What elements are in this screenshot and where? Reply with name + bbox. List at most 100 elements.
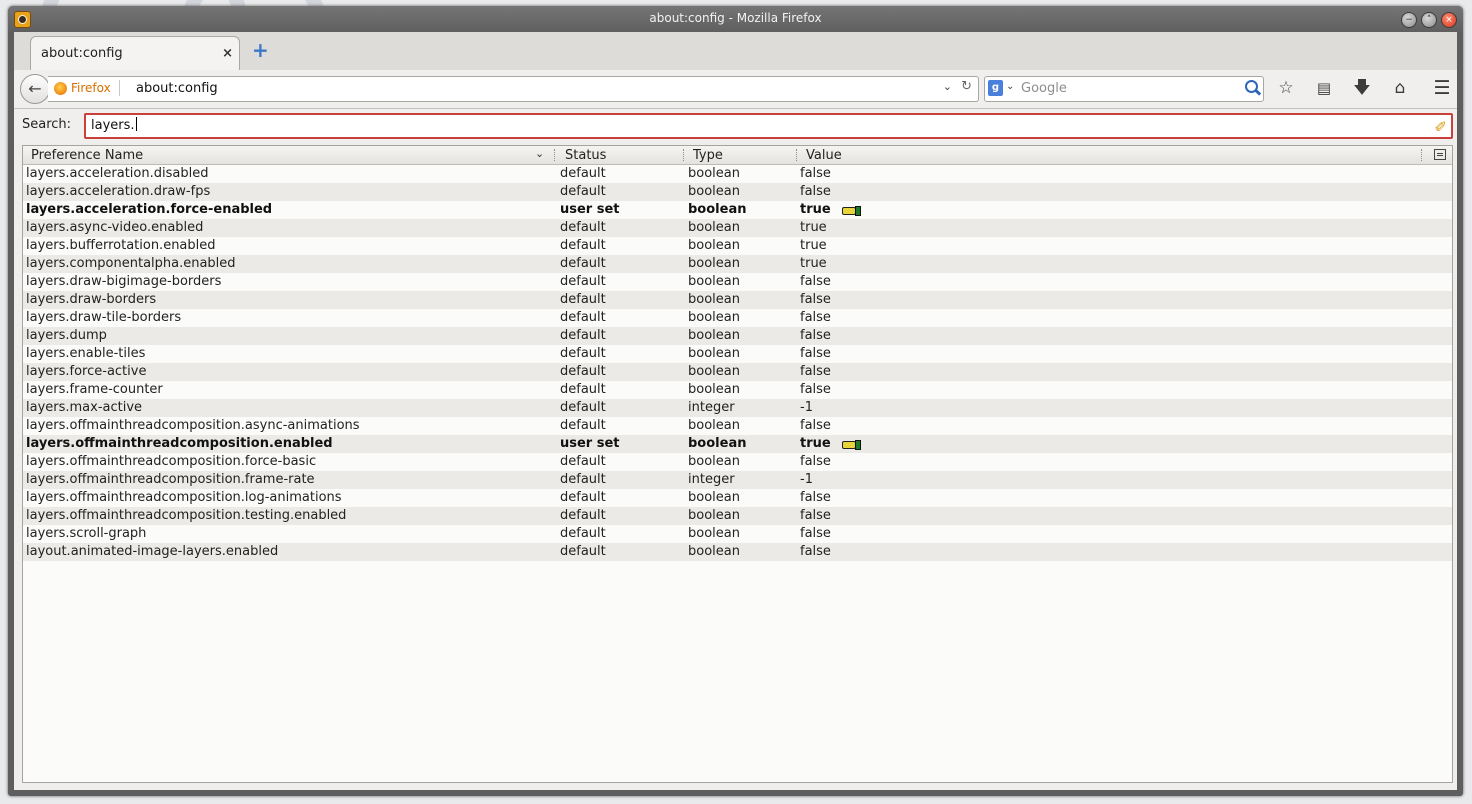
pref-status: default xyxy=(560,526,606,541)
pref-type: boolean xyxy=(688,274,740,289)
table-row[interactable]: layers.dump default boolean false xyxy=(23,327,1452,345)
pref-name: layers.max-active xyxy=(26,400,143,415)
table-row[interactable]: layers.draw-tile-borders default boolean fa… xyxy=(23,309,1452,327)
table-row[interactable]: layers.draw-borders default boolean false xyxy=(23,291,1452,309)
pref-type: boolean xyxy=(688,436,747,451)
table-row[interactable]: layers.draw-bigimage-borders default boole… xyxy=(23,273,1452,291)
column-value[interactable]: Value xyxy=(806,148,842,163)
pref-value: false xyxy=(800,526,831,541)
pref-value: true xyxy=(800,202,831,217)
pref-name: layers.draw-borders xyxy=(26,292,157,307)
title-bar[interactable]: about:config - Mozilla Firefox − ˄ × xyxy=(8,6,1463,32)
column-preference-name[interactable]: Preference Name xyxy=(31,148,143,163)
pref-name: layers.scroll-graph xyxy=(26,526,147,541)
table-row[interactable]: layers.offmainthreadcomposition.testing.… xyxy=(23,507,1452,525)
table-row[interactable]: layers.offmainthreadcomposition.log-anim… xyxy=(23,489,1452,507)
google-engine-icon[interactable]: g xyxy=(988,80,1003,96)
search-magnifier-icon[interactable] xyxy=(1243,79,1261,97)
pref-name: layers.componentalpha.enabled xyxy=(26,256,236,271)
column-status[interactable]: Status xyxy=(565,148,606,163)
home-icon[interactable]: ⌂ xyxy=(1387,76,1413,100)
table-row[interactable]: layers.force-active default boolean false xyxy=(23,363,1452,381)
identity-separator xyxy=(118,80,120,96)
preference-rows: layers.acceleration.disabled default boole… xyxy=(23,165,1452,561)
column-type[interactable]: Type xyxy=(693,148,723,163)
pref-name: layers.bufferrotation.enabled xyxy=(26,238,216,253)
search-placeholder[interactable]: Google xyxy=(1021,81,1067,96)
pref-type: boolean xyxy=(688,328,740,343)
column-splitter[interactable] xyxy=(796,149,799,161)
config-search-input[interactable]: layers. ✐ xyxy=(84,113,1453,139)
clipboard-icon[interactable]: ▤ xyxy=(1311,76,1337,100)
chevron-down-icon[interactable]: ⌄ xyxy=(943,80,952,93)
table-row[interactable]: layers.bufferrotation.enabled default bool… xyxy=(23,237,1452,255)
table-row[interactable]: layers.scroll-graph default boolean false xyxy=(23,525,1452,543)
column-splitter[interactable] xyxy=(683,149,686,161)
table-row[interactable]: layers.acceleration.force-enabled user se… xyxy=(23,201,1452,219)
pref-name: layers.async-video.enabled xyxy=(26,220,204,235)
pref-value: false xyxy=(800,508,831,523)
pref-type: boolean xyxy=(688,256,740,271)
pref-value: true xyxy=(800,220,827,235)
url-bar[interactable]: Firefox about:config ⌄ ↻ xyxy=(48,76,979,102)
back-arrow-icon[interactable]: ← xyxy=(20,74,50,104)
browser-window: about:config - Mozilla Firefox − ˄ × abo… xyxy=(8,6,1463,796)
pref-type: boolean xyxy=(688,490,740,505)
tab-about-config[interactable]: about:config × xyxy=(30,36,240,71)
table-row[interactable]: layers.max-active default integer -1 xyxy=(23,399,1452,417)
column-splitter[interactable] xyxy=(554,149,557,161)
reload-icon[interactable]: ↻ xyxy=(961,79,972,94)
engine-chevron-down-icon[interactable]: ⌄ xyxy=(1006,81,1014,92)
table-row[interactable]: layout.animated-image-layers.enabled defa… xyxy=(23,543,1452,561)
star-icon[interactable]: ☆ xyxy=(1273,76,1299,100)
preferences-tree[interactable]: Preference Name ⌄ Status Type Value laye… xyxy=(22,145,1453,783)
minimize-icon[interactable]: − xyxy=(1401,12,1417,28)
pref-name: layers.draw-bigimage-borders xyxy=(26,274,222,289)
pref-status: default xyxy=(560,238,606,253)
download-arrow-icon[interactable]: 🡇 xyxy=(1349,76,1375,100)
maximize-icon[interactable]: ˄ xyxy=(1421,12,1437,28)
table-row[interactable]: layers.frame-counter default boolean false xyxy=(23,381,1452,399)
sort-chevron-down-icon[interactable]: ⌄ xyxy=(535,147,544,160)
pref-name: layout.animated-image-layers.enabled xyxy=(26,544,279,559)
new-tab-plus-icon[interactable]: + xyxy=(252,40,272,61)
table-row[interactable]: layers.acceleration.disabled default boole… xyxy=(23,165,1452,183)
pref-status: default xyxy=(560,454,606,469)
pref-status: default xyxy=(560,508,606,523)
identity-box[interactable]: Firefox xyxy=(54,80,120,96)
table-row[interactable]: layers.offmainthreadcomposition.async-an… xyxy=(23,417,1452,435)
broom-icon[interactable]: ✐ xyxy=(1434,116,1447,138)
pref-name: layers.offmainthreadcomposition.async-an… xyxy=(26,418,360,433)
pref-value: false xyxy=(800,346,831,361)
table-row[interactable]: layers.offmainthreadcomposition.frame-ra… xyxy=(23,471,1452,489)
column-splitter[interactable] xyxy=(1421,149,1424,161)
pref-type: boolean xyxy=(688,184,740,199)
pref-value: false xyxy=(800,364,831,379)
table-row[interactable]: layers.async-video.enabled default boolean… xyxy=(23,219,1452,237)
pref-name: layers.offmainthreadcomposition.testing.… xyxy=(26,508,347,523)
column-picker-icon[interactable] xyxy=(1434,149,1446,160)
table-row[interactable]: layers.offmainthreadcomposition.force-ba… xyxy=(23,453,1452,471)
pref-type: boolean xyxy=(688,508,740,523)
close-window-icon[interactable]: × xyxy=(1441,12,1457,28)
table-row[interactable]: layers.offmainthreadcomposition.enabled u… xyxy=(23,435,1452,453)
pref-value: false xyxy=(800,292,831,307)
pref-type: boolean xyxy=(688,418,740,433)
identity-label: Firefox xyxy=(71,81,111,95)
pref-status: default xyxy=(560,490,606,505)
url-text[interactable]: about:config xyxy=(136,81,218,96)
web-search-box[interactable]: g ⌄ Google xyxy=(984,76,1264,102)
table-row[interactable]: layers.acceleration.draw-fps default boole… xyxy=(23,183,1452,201)
pref-status: default xyxy=(560,184,606,199)
pref-type: boolean xyxy=(688,310,740,325)
window-controls: − ˄ × xyxy=(1401,12,1457,28)
tree-header: Preference Name ⌄ Status Type Value xyxy=(23,146,1452,165)
pref-type: integer xyxy=(688,400,735,415)
pref-type: boolean xyxy=(688,364,740,379)
pref-name: layers.offmainthreadcomposition.frame-ra… xyxy=(26,472,315,487)
table-row[interactable]: layers.enable-tiles default boolean false xyxy=(23,345,1452,363)
pref-type: boolean xyxy=(688,382,740,397)
table-row[interactable]: layers.componentalpha.enabled default bool… xyxy=(23,255,1452,273)
tab-close-icon[interactable]: × xyxy=(222,46,233,61)
hamburger-menu-icon[interactable]: ☰ xyxy=(1429,76,1455,100)
